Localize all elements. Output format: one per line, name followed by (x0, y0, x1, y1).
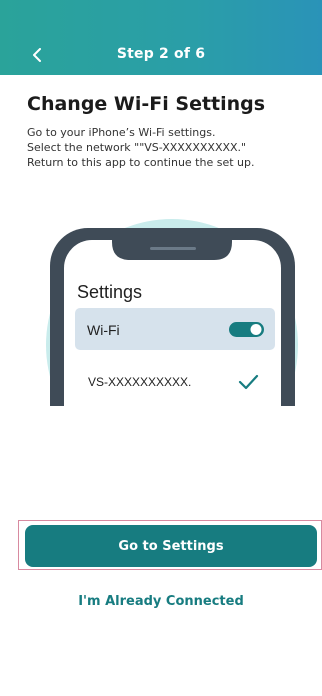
page-title: Change Wi-Fi Settings (27, 93, 266, 115)
go-to-settings-button[interactable]: Go to Settings (25, 525, 317, 567)
primary-button-highlight: Go to Settings (18, 520, 322, 570)
step-indicator: Step 2 of 6 (116, 46, 206, 62)
settings-screen-title: Settings (77, 282, 142, 302)
instruction-line: Select the network ""VS-XXXXXXXXXX." (27, 141, 247, 154)
already-connected-link[interactable]: I'm Already Connected (0, 594, 322, 609)
network-name: VS-XXXXXXXXXX. (88, 375, 191, 389)
instruction-line: Go to your iPhone’s Wi-Fi settings. (27, 126, 216, 139)
wifi-label: Wi-Fi (87, 322, 120, 338)
instructions: Go to your iPhone’s Wi-Fi settings. Sele… (27, 125, 312, 170)
phone-settings-illustration: Settings Wi-Fi VS-XXXXXXXXXX. (46, 219, 298, 406)
instruction-line: Return to this app to continue the set u… (27, 156, 255, 169)
app-header: Step 2 of 6 (0, 0, 322, 75)
